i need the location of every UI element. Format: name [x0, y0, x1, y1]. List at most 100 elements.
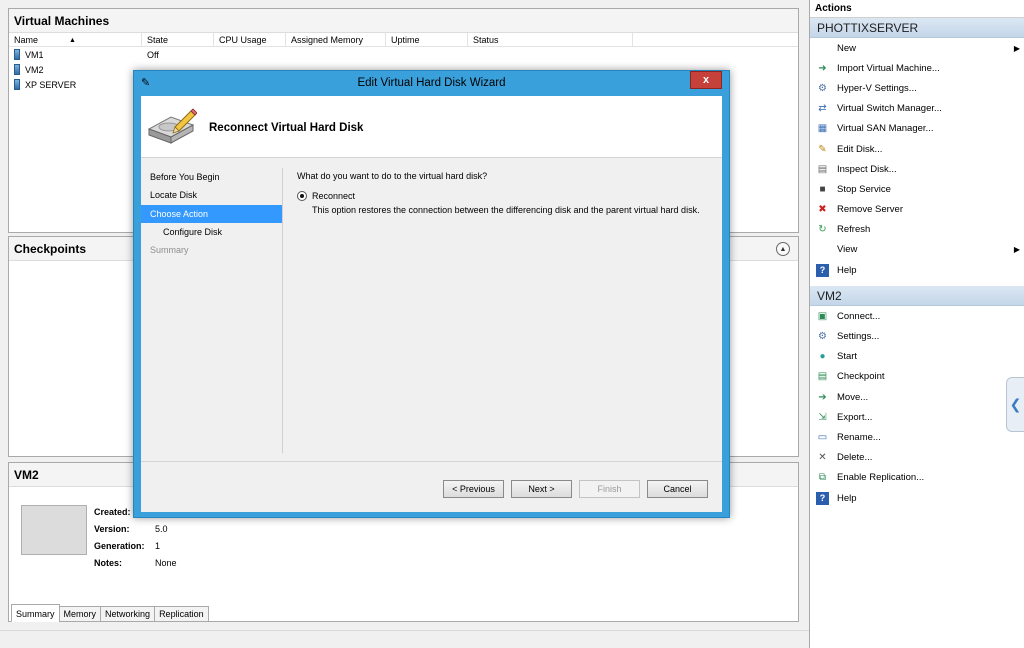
vm-action-delete[interactable]: ✕ Delete... [810, 448, 1024, 468]
vm-action-checkpoint[interactable]: ▤ Checkpoint [810, 367, 1024, 387]
finish-button: Finish [579, 480, 640, 498]
switch-icon: ⇄ [818, 103, 827, 115]
action-question: What do you want to do to the virtual ha… [297, 171, 488, 181]
virtual-machine-icon [14, 49, 20, 60]
server-action-new[interactable]: New ▶ [810, 38, 1024, 58]
server-action-import-virtual-machine[interactable]: ➜ Import Virtual Machine... [810, 58, 1024, 78]
vm-actions-list: ▣ Connect... ⚙ Settings... ● Start ▤ Checkpoint… [810, 306, 1024, 508]
vm-action-start[interactable]: ● Start [810, 347, 1024, 367]
edit-disk-icon: ✎ [818, 143, 827, 155]
reconnect-option[interactable]: Reconnect [297, 189, 714, 203]
action-label: Enable Replication... [837, 472, 925, 484]
action-label: View [837, 244, 858, 256]
server-action-stop-service[interactable]: ■ Stop Service [810, 179, 1024, 199]
action-label: Export... [837, 411, 873, 423]
step-configure-disk[interactable]: Configure Disk [141, 223, 282, 241]
san-icon: ▦ [817, 123, 828, 135]
vm-name: VM2 [25, 64, 44, 75]
vm-actions-header[interactable]: VM2 [810, 286, 1024, 307]
expand-pane-icon[interactable]: ❮ [1006, 377, 1024, 432]
reconnect-label[interactable]: Reconnect [312, 191, 355, 201]
settings-icon: ⚙ [818, 331, 827, 343]
vm-action-settings[interactable]: ⚙ Settings... [810, 326, 1024, 346]
sort-ascending-icon: ▲ [69, 37, 76, 44]
vm-action-help[interactable]: ? Help [810, 488, 1024, 508]
actions-pane: Actions PHOTTIXSERVER New ▶ ➜ Import Virtua… [809, 0, 1024, 648]
action-label: Virtual SAN Manager... [837, 123, 934, 135]
vm-state: Off [147, 49, 159, 60]
settings-icon: ⚙ [818, 82, 827, 94]
step-locate-disk[interactable]: Locate Disk [141, 186, 282, 204]
step-summary: Summary [150, 245, 189, 256]
server-action-refresh[interactable]: ↻ Refresh [810, 220, 1024, 240]
column-header-cpu-usage[interactable]: CPU Usage [214, 33, 286, 46]
action-label: Stop Service [837, 183, 891, 195]
submenu-arrow-icon: ▶ [1013, 245, 1020, 255]
help-icon: ? [816, 491, 829, 505]
server-action-edit-disk[interactable]: ✎ Edit Disk... [810, 139, 1024, 159]
server-action-inspect-disk[interactable]: ▤ Inspect Disk... [810, 159, 1024, 179]
collapse-icon[interactable]: ▲ [776, 242, 790, 256]
reconnect-radio[interactable] [297, 191, 307, 201]
vm-action-enable-replication[interactable]: ⧉ Enable Replication... [810, 468, 1024, 488]
server-action-virtual-switch-manager[interactable]: ⇄ Virtual Switch Manager... [810, 99, 1024, 119]
import-icon: ➜ [818, 62, 827, 74]
server-action-hyper-v-settings[interactable]: ⚙ Hyper-V Settings... [810, 78, 1024, 98]
action-label: Remove Server [837, 204, 903, 216]
action-label: Checkpoint [837, 371, 885, 383]
cancel-button[interactable]: Cancel [647, 480, 708, 498]
vm-action-move[interactable]: ➔ Move... [810, 387, 1024, 407]
status-bar [0, 630, 809, 648]
prop-key: Generation: [94, 540, 145, 551]
wizard-header: Reconnect Virtual Hard Disk [141, 96, 722, 158]
action-label: Delete... [837, 452, 873, 464]
vm-action-export[interactable]: ⇲ Export... [810, 407, 1024, 427]
submenu-arrow-icon: ▶ [1013, 43, 1020, 53]
column-header-name[interactable]: Name ▲ [9, 33, 142, 46]
vm-action-connect[interactable]: ▣ Connect... [810, 306, 1024, 326]
buttons-divider [141, 461, 722, 462]
vm-row-vm1[interactable]: VM1 Off [9, 47, 798, 62]
action-label: Refresh [837, 224, 871, 236]
prop-value: None [155, 557, 177, 568]
wizard-titlebar[interactable]: ✎ Edit Virtual Hard Disk Wizard x [134, 71, 729, 96]
vm-column-headers: Name ▲ State CPU Usage Assigned Memory Up… [9, 33, 798, 47]
tab-memory[interactable]: Memory [58, 606, 102, 622]
server-action-help[interactable]: ? Help [810, 260, 1024, 280]
next-button[interactable]: Next > [511, 480, 572, 498]
prop-key: Notes: [94, 557, 123, 568]
server-action-remove-server[interactable]: ✖ Remove Server [810, 200, 1024, 220]
tab-networking[interactable]: Networking [100, 606, 156, 622]
server-action-view[interactable]: View ▶ [810, 240, 1024, 260]
vm-action-rename[interactable]: ▭ Rename... [810, 427, 1024, 447]
action-label: Edit Disk... [837, 143, 883, 155]
previous-button[interactable]: < Previous [443, 480, 504, 498]
column-header-state[interactable]: State [142, 33, 214, 46]
action-label: Connect... [837, 310, 881, 322]
wizard-body: Reconnect Virtual Hard Disk Before You B… [141, 96, 722, 512]
column-header-status[interactable]: Status [468, 33, 633, 46]
checkpoint-icon: ▤ [817, 371, 828, 383]
column-header-uptime[interactable]: Uptime [386, 33, 468, 46]
steps-divider [282, 168, 283, 453]
action-label: New [837, 42, 857, 54]
prop-value: 1 [155, 540, 161, 551]
column-header-assigned-memory[interactable]: Assigned Memory [286, 33, 386, 46]
action-label: Move... [837, 391, 869, 403]
step-choose-action[interactable]: Choose Action [141, 204, 282, 223]
tab-replication[interactable]: Replication [154, 606, 209, 622]
prop-key: Version: [94, 523, 130, 534]
start-icon: ● [819, 351, 826, 363]
vm-name: VM1 [25, 49, 44, 60]
step-before-you-begin[interactable]: Before You Begin [141, 168, 282, 186]
tab-summary[interactable]: Summary [11, 604, 60, 622]
action-label: Help [837, 264, 857, 276]
action-label: Rename... [837, 431, 881, 443]
move-icon: ➔ [818, 391, 827, 403]
server-action-virtual-san-manager[interactable]: ▦ Virtual SAN Manager... [810, 119, 1024, 139]
action-label: Help [837, 492, 857, 504]
export-icon: ⇲ [818, 411, 827, 423]
close-button[interactable]: x [690, 71, 722, 89]
server-actions-header[interactable]: PHOTTIXSERVER [810, 18, 1024, 38]
wizard-content: What do you want to do to the virtual ha… [297, 171, 714, 215]
